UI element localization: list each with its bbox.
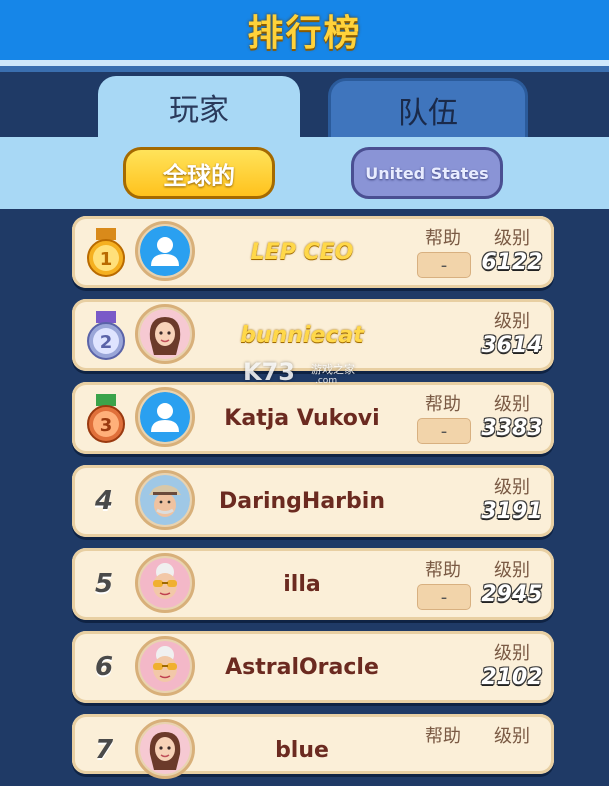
rank-number: 6 <box>94 652 114 682</box>
leaderboard-row[interactable]: 7 blue 帮助 级别 <box>72 714 554 779</box>
help-label: 帮助 <box>425 560 461 581</box>
help-label: 帮助 <box>425 228 461 249</box>
player-avatar[interactable] <box>135 304 195 364</box>
player-avatar[interactable] <box>135 553 195 613</box>
player-name: illa <box>283 571 321 597</box>
leaderboard-row[interactable]: 1 LEP CEO 帮助 - 级别 6122 <box>72 216 554 288</box>
player-name: AstralOracle <box>225 654 379 680</box>
tab-players[interactable]: 玩家 <box>98 76 300 138</box>
global-filter-button[interactable]: 全球的 <box>123 147 275 199</box>
bronze-medal-icon: 3 <box>84 394 128 444</box>
leaderboard-row[interactable]: 5 illa 帮助 - 级别 2945 <box>72 548 554 620</box>
level-label: 级别 <box>494 394 530 415</box>
help-value: - <box>417 418 471 444</box>
level-label: 级别 <box>494 311 530 332</box>
level-value: 6122 <box>481 250 543 275</box>
rank-number: 7 <box>94 735 114 765</box>
level-label: 级别 <box>494 477 530 498</box>
watermark-url: .com <box>315 376 338 386</box>
player-avatar[interactable] <box>135 719 195 779</box>
player-name: LEP CEO <box>250 239 354 265</box>
silver-medal-icon: 2 <box>84 311 128 361</box>
grandma-sunglasses-avatar-icon <box>140 641 190 691</box>
page-title: 排行榜 <box>247 13 362 54</box>
player-avatar[interactable] <box>135 221 195 281</box>
level-value: 2945 <box>481 582 543 607</box>
level-value: 2102 <box>481 665 543 690</box>
grandma-sunglasses-avatar-icon <box>140 558 190 608</box>
level-label: 级别 <box>494 228 530 249</box>
rank-number: 4 <box>94 486 114 516</box>
help-value: - <box>417 252 471 278</box>
level-label: 级别 <box>494 643 530 664</box>
old-man-hat-avatar-icon <box>140 475 190 525</box>
svg-text:1: 1 <box>100 249 113 270</box>
level-label: 级别 <box>494 560 530 581</box>
header-divider-shadow <box>0 66 609 72</box>
help-label: 帮助 <box>425 726 461 747</box>
header-bar: 排行榜 <box>0 0 609 60</box>
rank-number: 5 <box>94 569 114 599</box>
woman-avatar-icon <box>140 309 190 359</box>
help-value: - <box>417 584 471 610</box>
leaderboard-row[interactable]: 4 DaringHarbin 级别 3191 <box>72 465 554 537</box>
gold-medal-icon: 1 <box>84 228 128 278</box>
player-avatar[interactable] <box>135 636 195 696</box>
player-avatar[interactable] <box>135 470 195 530</box>
tab-teams[interactable]: 队伍 <box>328 78 528 138</box>
watermark-cn: 游戏之家 <box>311 363 355 376</box>
filter-bar <box>0 137 609 209</box>
level-label: 级别 <box>494 726 530 747</box>
tab-teams-label: 队伍 <box>398 95 458 131</box>
leaderboard-row[interactable]: 3 Katja Vukovi 帮助 - 级别 3383 <box>72 382 554 454</box>
help-label: 帮助 <box>425 394 461 415</box>
default-avatar-icon <box>140 392 190 442</box>
level-value: 3614 <box>481 333 543 358</box>
level-value: 3383 <box>481 416 543 441</box>
player-name: blue <box>275 737 329 763</box>
woman-avatar-icon <box>140 724 190 774</box>
svg-text:3: 3 <box>100 415 113 436</box>
svg-text:2: 2 <box>100 332 113 353</box>
player-name: Katja Vukovi <box>224 405 380 431</box>
leaderboard-row[interactable]: 6 AstralOracle 级别 2102 <box>72 631 554 703</box>
player-name: DaringHarbin <box>219 488 385 514</box>
watermark: K73 游戏之家 .com <box>243 358 373 390</box>
tab-players-label: 玩家 <box>169 93 229 128</box>
default-avatar-icon <box>140 226 190 276</box>
level-value: 3191 <box>481 499 543 524</box>
country-filter-button[interactable]: United States <box>351 147 503 199</box>
watermark-logo: K73 <box>243 358 295 386</box>
player-avatar[interactable] <box>135 387 195 447</box>
